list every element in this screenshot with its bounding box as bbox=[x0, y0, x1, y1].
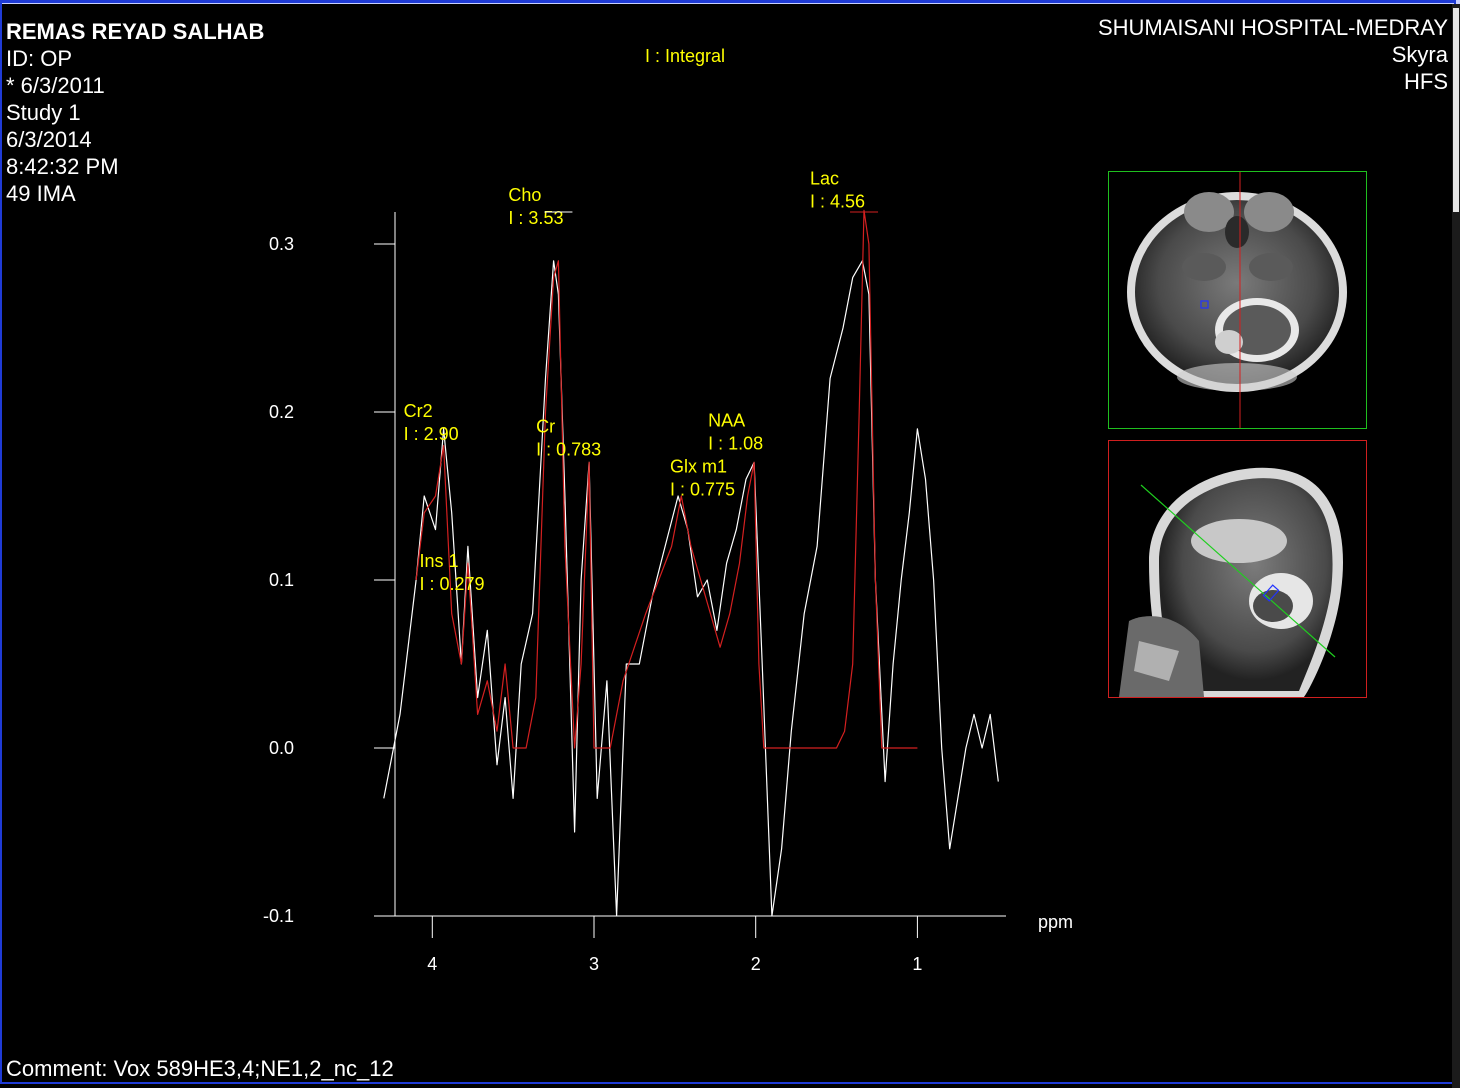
x-tick-label: 3 bbox=[589, 954, 599, 974]
peak-integral-label: I : 0.783 bbox=[536, 439, 601, 459]
peak-integral-label: I : 1.08 bbox=[708, 433, 763, 453]
axial-brain-image bbox=[1127, 172, 1347, 428]
y-tick-label: 0.1 bbox=[269, 570, 294, 590]
x-tick-label: 2 bbox=[751, 954, 761, 974]
y-tick-label: -0.1 bbox=[263, 906, 294, 926]
peak-name-label: Glx m1 bbox=[670, 457, 727, 477]
axial-localizer-image[interactable] bbox=[1108, 171, 1367, 429]
peak-name-label: Lac bbox=[810, 168, 839, 188]
fitted-spectrum-line bbox=[415, 209, 918, 749]
peak-integral-label: I : 0.279 bbox=[419, 574, 484, 594]
y-tick-label: 0.0 bbox=[269, 738, 294, 758]
peak-integral-label: I : 2.90 bbox=[404, 424, 459, 444]
peak-name-label: Cr2 bbox=[404, 401, 433, 421]
sagittal-localizer-image[interactable] bbox=[1108, 440, 1367, 698]
comment-line: Comment: Vox 589HE3,4;NE1,2_nc_12 bbox=[6, 1056, 394, 1081]
y-tick-label: 0.2 bbox=[269, 402, 294, 422]
x-tick-label: 1 bbox=[912, 954, 922, 974]
x-tick-label: 4 bbox=[427, 954, 437, 974]
peak-name-label: Ins 1 bbox=[419, 551, 458, 571]
peak-integral-label: I : 3.53 bbox=[508, 208, 563, 228]
peak-name-label: Cr bbox=[536, 416, 555, 436]
x-axis-label: ppm bbox=[1038, 912, 1073, 932]
peak-name-label: NAA bbox=[708, 410, 745, 430]
peak-name-label: Cho bbox=[508, 185, 541, 205]
y-tick-label: 0.3 bbox=[269, 234, 294, 254]
peak-integral-label: I : 4.56 bbox=[810, 191, 865, 211]
peak-integral-label: I : 0.775 bbox=[670, 480, 735, 500]
sagittal-brain-image bbox=[1119, 467, 1344, 697]
